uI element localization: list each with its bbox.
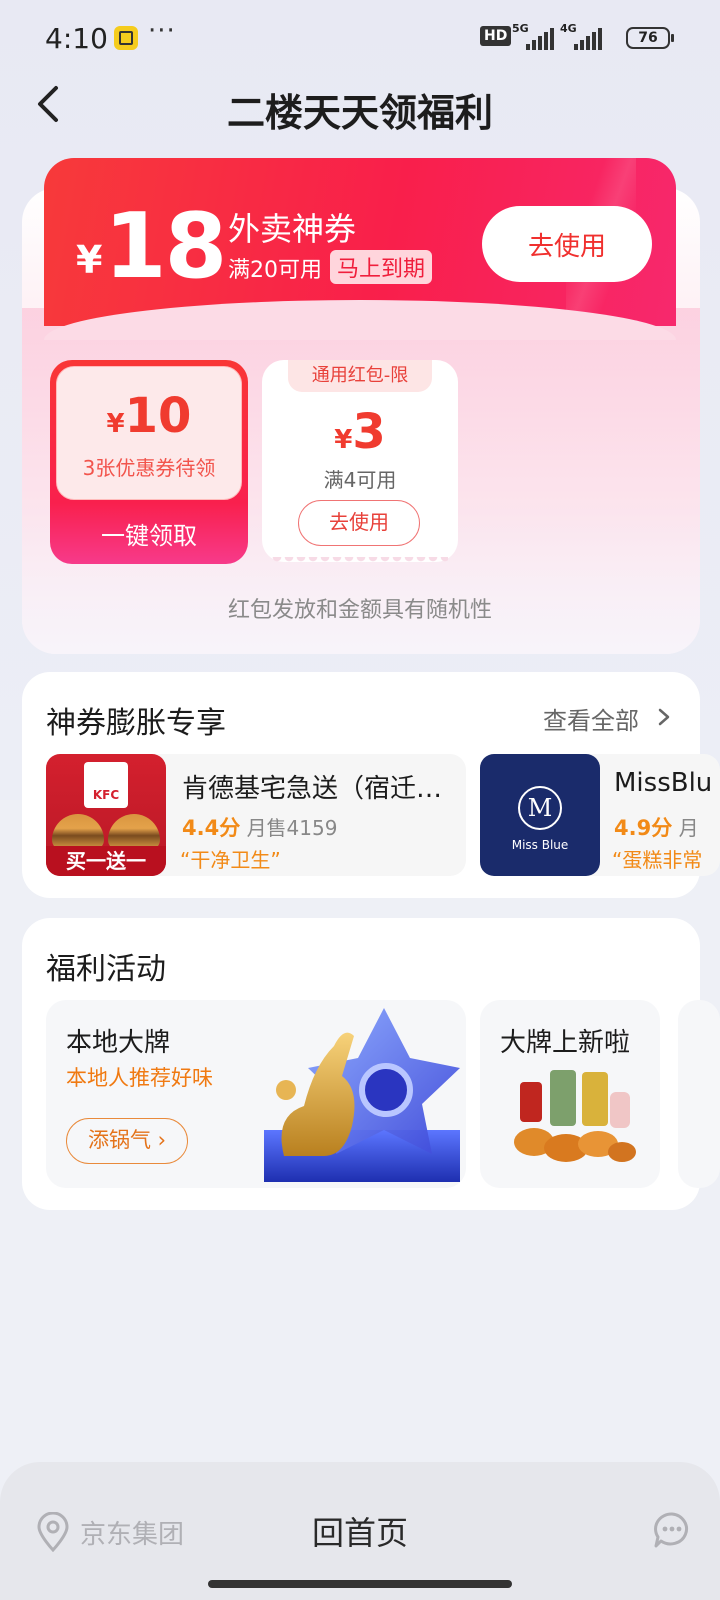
coupon-amount: 18 — [104, 194, 227, 299]
ticket-use-button[interactable]: 去使用 — [298, 500, 420, 546]
view-all-link[interactable]: 查看全部 — [543, 701, 639, 736]
store-review-quote: “干净卫生” — [180, 848, 281, 872]
missblue-logo-icon: M — [518, 786, 562, 830]
store-rating: 4.9分 月 — [614, 816, 699, 840]
activity-button[interactable]: 添锅气 › — [66, 1118, 188, 1164]
missblue-logo-text: Miss Blue — [511, 838, 569, 852]
coupon-title: 外卖神券 — [228, 210, 357, 248]
red-packet-ticket: 通用红包-限 ¥3 满4可用 去使用 — [262, 360, 458, 567]
ticket-tag: 通用红包-限 — [288, 360, 432, 392]
signal-5g-icon: 5G — [512, 22, 562, 50]
ticket-amount: ¥3 — [334, 404, 386, 460]
claim-amount: ¥10 — [106, 388, 192, 444]
activity-subtitle: 本地人推荐好味 — [66, 1066, 213, 1090]
kfc-logo-icon — [84, 762, 128, 808]
store-review-quote: “蛋糕非常 — [612, 848, 703, 872]
kfc-store-logo: 买一送一 — [46, 754, 166, 876]
activity-title: 本地大牌 — [66, 1028, 171, 1058]
coupon-currency: ¥ — [76, 238, 103, 282]
activity-card-next[interactable] — [678, 1000, 720, 1188]
status-time: 4:10 — [45, 22, 108, 55]
missblue-store-logo: M Miss Blue — [480, 754, 600, 876]
welfare-section-title: 福利活动 — [46, 952, 166, 987]
store-promo-badge: 买一送一 — [46, 846, 166, 876]
store-name: 肯德基宅急送（宿迁… — [182, 774, 443, 804]
trophy-icon — [264, 1008, 460, 1182]
coupon-use-button[interactable]: 去使用 — [482, 206, 652, 282]
coupon-condition: 满20可用 — [228, 258, 322, 283]
home-indicator[interactable] — [208, 1580, 512, 1588]
activity-title: 大牌上新啦 — [500, 1028, 631, 1058]
claim-subtitle: 3张优惠券待领 — [82, 456, 216, 480]
store-name: MissBlu — [614, 768, 713, 798]
app-notification-icon — [114, 26, 138, 50]
hd-voice-icon: HD — [480, 26, 512, 46]
status-bar: 4:10 ··· HD 5G 4G 76 — [0, 0, 720, 76]
battery-icon: 76 — [626, 27, 674, 49]
chevron-right-icon[interactable] — [656, 707, 672, 727]
fried-chicken-food-icon — [514, 1070, 636, 1162]
more-notifications-icon: ··· — [148, 16, 176, 46]
store-rating: 4.4分 月售4159 — [182, 816, 338, 840]
ticket-condition: 满4可用 — [323, 468, 397, 492]
back-to-home-button[interactable]: 回首页 — [0, 1508, 720, 1554]
inflate-section-title: 神券膨胀专享 — [46, 706, 226, 741]
signal-4g-icon: 4G — [560, 22, 610, 50]
claim-coupons-card[interactable]: ¥10 3张优惠券待领 一键领取 — [50, 360, 248, 564]
chat-bubble-icon[interactable] — [652, 1510, 692, 1550]
claim-all-button[interactable]: 一键领取 — [50, 516, 248, 551]
disclaimer-text: 红包发放和金额具有随机性 — [227, 598, 492, 623]
coupon-expire-badge: 马上到期 — [330, 250, 433, 284]
page-title: 二楼天天领福利 — [226, 91, 493, 135]
